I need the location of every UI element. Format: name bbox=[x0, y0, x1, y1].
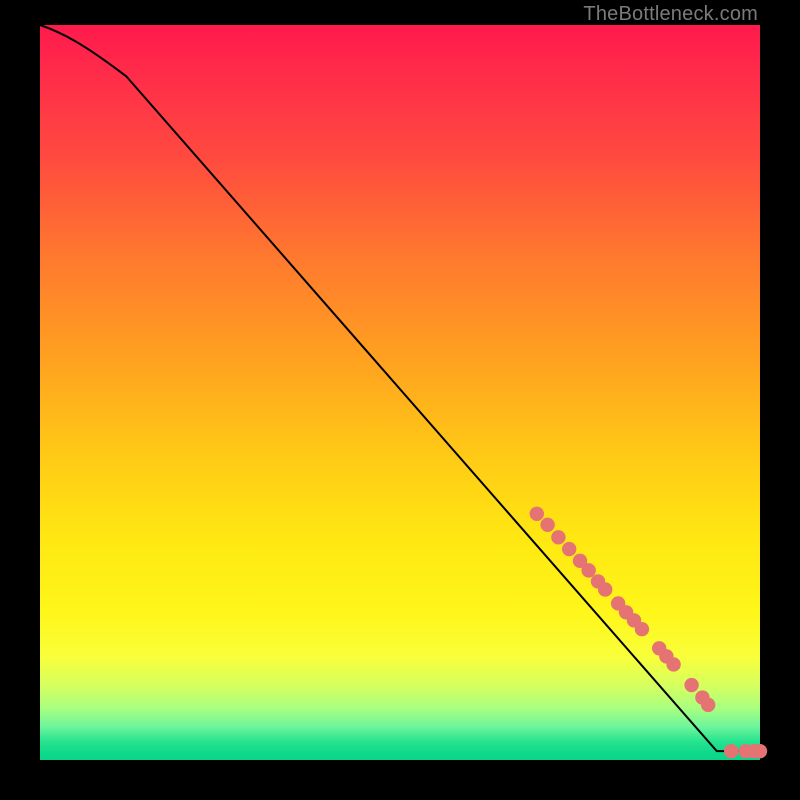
data-marker bbox=[581, 563, 595, 577]
bottleneck-curve bbox=[40, 25, 760, 751]
data-marker bbox=[701, 698, 715, 712]
data-marker bbox=[598, 582, 612, 596]
data-marker bbox=[753, 744, 767, 758]
attribution-text: TheBottleneck.com bbox=[583, 3, 758, 26]
data-marker bbox=[724, 744, 738, 758]
curve-layer bbox=[40, 25, 760, 760]
data-marker bbox=[635, 622, 649, 636]
data-marker bbox=[562, 542, 576, 556]
plot-area bbox=[40, 25, 760, 760]
data-marker bbox=[551, 530, 565, 544]
data-marker bbox=[666, 657, 680, 671]
data-marker bbox=[684, 678, 698, 692]
data-marker bbox=[540, 518, 554, 532]
chart-stage: TheBottleneck.com bbox=[0, 0, 800, 800]
data-marker bbox=[530, 507, 544, 521]
